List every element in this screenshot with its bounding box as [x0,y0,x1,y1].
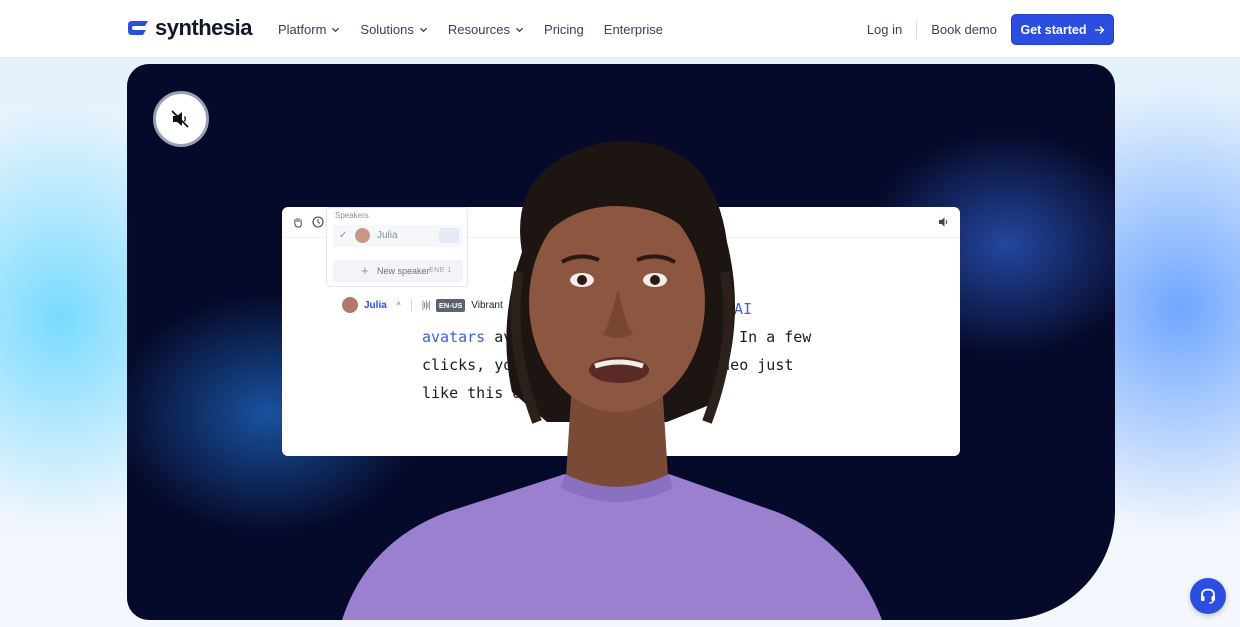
nav-solutions-label: Solutions [360,21,414,37]
nav-divider [916,20,918,39]
nav-platform-label: Platform [278,21,327,37]
get-started-button[interactable]: Get started [1011,14,1114,45]
chevron-down-icon [332,27,340,32]
nav-platform[interactable]: Platform [278,22,340,37]
get-started-label: Get started [1020,22,1087,37]
help-chat-button[interactable] [1190,578,1226,614]
chevron-down-icon [515,27,524,32]
volume-icon[interactable] [938,215,950,227]
hand-icon[interactable] [292,215,304,228]
arrow-right-icon [1094,25,1104,34]
nav-links: Platform Solutions Resources Pricing Ent… [278,0,663,58]
ai-avatar-presenter [342,141,882,620]
headset-icon [1201,588,1215,604]
synthesia-logo-icon [128,20,150,36]
mute-toggle-button[interactable] [153,91,209,147]
nav-pricing[interactable]: Pricing [544,22,584,37]
nav-enterprise-label: Enterprise [603,21,664,37]
nav-actions: Log in Book demo Get started [867,14,1114,45]
top-navigation: synthesia Platform Solutions Resources P… [0,0,1240,58]
nav-solutions[interactable]: Solutions [360,22,427,37]
hero-video[interactable]: Speakers ✓ Julia + New speaker ENE 1 Jul… [127,64,1115,620]
synthesia-logo[interactable]: synthesia [128,15,253,40]
brand-name: synthesia [155,15,253,40]
book-demo-link[interactable]: Book demo [931,22,997,37]
chevron-down-icon [419,27,427,32]
login-link[interactable]: Log in [867,22,902,37]
nav-resources[interactable]: Resources [448,22,524,37]
speaker-muted-icon [171,110,189,128]
nav-pricing-label: Pricing [544,21,584,37]
nav-resources-label: Resources [447,21,511,37]
nav-enterprise[interactable]: Enterprise [604,22,663,37]
